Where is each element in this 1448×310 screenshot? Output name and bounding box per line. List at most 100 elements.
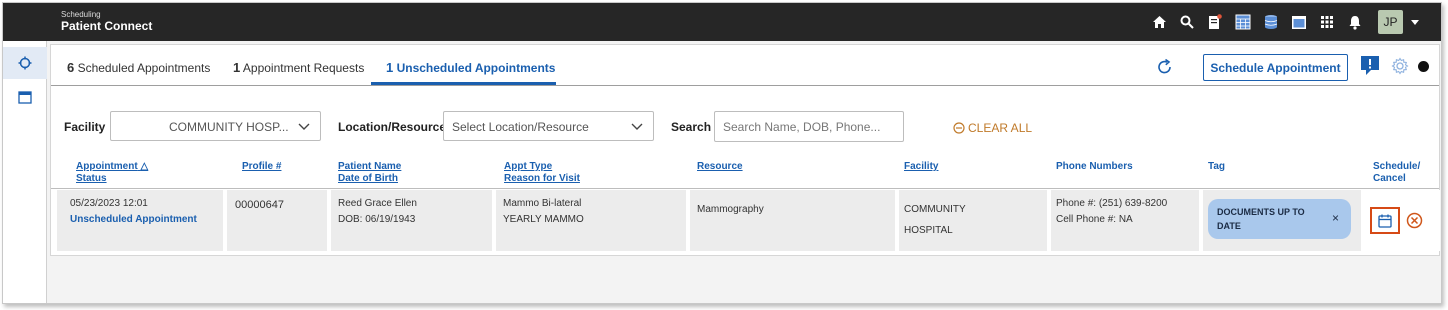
apps-grid-icon[interactable] (1318, 13, 1336, 31)
bell-icon[interactable] (1346, 13, 1364, 31)
column-schedule: Schedule/ (1373, 161, 1421, 172)
tag-text-line-2: DATE (1217, 221, 1241, 231)
column-appointment-status[interactable]: Appointment △ Status (76, 161, 148, 185)
tab-scheduled-appointments[interactable]: 6 Scheduled Appointments (67, 60, 210, 75)
minus-circle-icon (953, 122, 965, 134)
tag-text: DOCUMENTS UP TO DATE (1217, 205, 1305, 233)
app-window: Scheduling Patient Connect JP 6 Schedule… (2, 2, 1442, 304)
column-facility[interactable]: Facility (904, 161, 938, 173)
app-title: Patient Connect (61, 19, 153, 33)
cell-phone-number: Cell Phone #: NA (1056, 214, 1133, 225)
cell-tag: DOCUMENTS UP TO DATE × (1203, 190, 1361, 251)
column-resource[interactable]: Resource (697, 161, 743, 173)
cell-patient: Reed Grace Ellen DOB: 06/19/1943 (331, 190, 492, 251)
tab-count: 1 (386, 60, 394, 75)
column-patient-name: Patient Name (338, 161, 402, 172)
tab-unscheduled-appointments[interactable]: 1 Unscheduled Appointments (386, 60, 555, 75)
column-schedule-cancel: Schedule/ Cancel (1373, 161, 1420, 185)
sort-triangle-icon: △ (140, 161, 149, 172)
search-label: Search (671, 120, 712, 134)
schedule-button[interactable] (1370, 207, 1400, 234)
column-reason: Reason for Visit (504, 173, 580, 184)
column-appt-type: Appt Type (504, 161, 553, 172)
column-patient-name-dob[interactable]: Patient Name Date of Birth (338, 161, 401, 185)
rail-item-calendar[interactable] (3, 81, 47, 113)
cell-appointment: 05/23/2023 12:01 Unscheduled Appointment (57, 190, 223, 251)
notes-icon[interactable] (1206, 13, 1224, 31)
cell-profile: 00000647 (227, 190, 327, 251)
tab-bar: 6 Scheduled Appointments 1 Appointment R… (51, 45, 1439, 86)
table-header: Appointment △ Status Profile # Patient N… (51, 157, 1439, 189)
tab-count: 6 (67, 60, 75, 75)
cell-facility: COMMUNITY HOSPITAL (899, 190, 1047, 251)
column-cancel: Cancel (1373, 173, 1406, 184)
column-profile[interactable]: Profile # (242, 161, 281, 173)
search-icon[interactable] (1178, 13, 1196, 31)
schedule-appointment-button[interactable]: Schedule Appointment (1203, 54, 1348, 81)
main-panel: 6 Scheduled Appointments 1 Appointment R… (50, 44, 1440, 256)
cell-actions (1367, 190, 1440, 251)
tab-label: Unscheduled Appointments (396, 61, 556, 75)
refresh-icon[interactable] (1155, 57, 1175, 77)
column-appt-type-reason[interactable]: Appt Type Reason for Visit (504, 161, 580, 185)
clear-all-label: CLEAR ALL (968, 121, 1033, 135)
tag-text-line-1: DOCUMENTS UP TO (1217, 207, 1305, 217)
calendar-icon (1378, 214, 1392, 228)
rail-item-target[interactable] (3, 47, 47, 79)
location-resource-label: Location/Resource (338, 120, 447, 134)
appt-type: Mammo Bi-lateral (503, 198, 582, 209)
location-resource-select[interactable]: Select Location/Resource (443, 111, 654, 141)
gear-icon[interactable] (1391, 57, 1409, 75)
window-icon[interactable] (1290, 13, 1308, 31)
table-row[interactable]: 05/23/2023 12:01 Unscheduled Appointment… (57, 190, 1440, 251)
resource-name: Mammography (697, 204, 764, 215)
tab-appointment-requests[interactable]: 1 Appointment Requests (233, 60, 364, 75)
facility-select[interactable]: COMMUNITY HOSP... (110, 111, 321, 141)
app-brand[interactable]: Scheduling Patient Connect (61, 10, 152, 33)
cancel-circle-x-icon[interactable] (1406, 212, 1423, 229)
top-icons: JP (1150, 3, 1419, 41)
patient-dob: DOB: 06/19/1943 (338, 214, 416, 225)
alert-message-icon[interactable] (1360, 55, 1380, 77)
column-phone-numbers: Phone Numbers (1056, 161, 1133, 172)
cell-resource: Mammography (690, 190, 895, 251)
user-avatar[interactable]: JP (1378, 10, 1403, 34)
appointment-datetime: 05/23/2023 12:01 (70, 198, 148, 209)
home-icon[interactable] (1150, 13, 1168, 31)
database-icon[interactable] (1262, 13, 1280, 31)
column-dob: Date of Birth (338, 173, 398, 184)
tab-label: Scheduled Appointments (77, 61, 211, 75)
phone-number: Phone #: (251) 639-8200 (1056, 198, 1168, 209)
status-dot (1418, 61, 1429, 72)
reason-for-visit: YEARLY MAMMO (503, 214, 584, 225)
left-rail (3, 41, 47, 303)
column-appointment: Appointment (76, 161, 138, 172)
search-input[interactable] (714, 111, 904, 142)
facility-label: Facility (64, 120, 106, 134)
active-tab-indicator (371, 82, 556, 85)
patient-name: Reed Grace Ellen (338, 198, 417, 209)
appointment-status-link[interactable]: Unscheduled Appointment (70, 212, 197, 227)
facility-line-1: COMMUNITY (904, 204, 966, 215)
top-bar: Scheduling Patient Connect JP (3, 3, 1441, 41)
tag-chip: DOCUMENTS UP TO DATE × (1208, 199, 1351, 239)
clear-all-button[interactable]: CLEAR ALL (953, 121, 1032, 135)
tab-label: Appointment Requests (242, 61, 365, 75)
facility-line-2: HOSPITAL (904, 225, 953, 236)
profile-number: 00000647 (235, 199, 284, 211)
app-subtitle: Scheduling (61, 10, 101, 19)
tag-remove-close-icon[interactable]: × (1332, 211, 1339, 225)
column-status: Status (76, 173, 107, 184)
chevron-down-icon (298, 123, 310, 130)
calendar-grid-icon[interactable] (1234, 13, 1252, 31)
facility-select-value: COMMUNITY HOSP... (169, 120, 289, 134)
tab-count: 1 (233, 60, 241, 75)
calendar-panel-icon (18, 90, 32, 104)
user-menu-chevron-down-icon[interactable] (1411, 19, 1419, 25)
chevron-down-icon (631, 123, 643, 130)
location-resource-placeholder: Select Location/Resource (452, 120, 589, 134)
cell-phone: Phone #: (251) 639-8200 Cell Phone #: NA (1051, 190, 1199, 251)
cell-appt-type: Mammo Bi-lateral YEARLY MAMMO (496, 190, 686, 251)
crosshair-icon (18, 56, 32, 70)
column-tag: Tag (1208, 161, 1226, 172)
